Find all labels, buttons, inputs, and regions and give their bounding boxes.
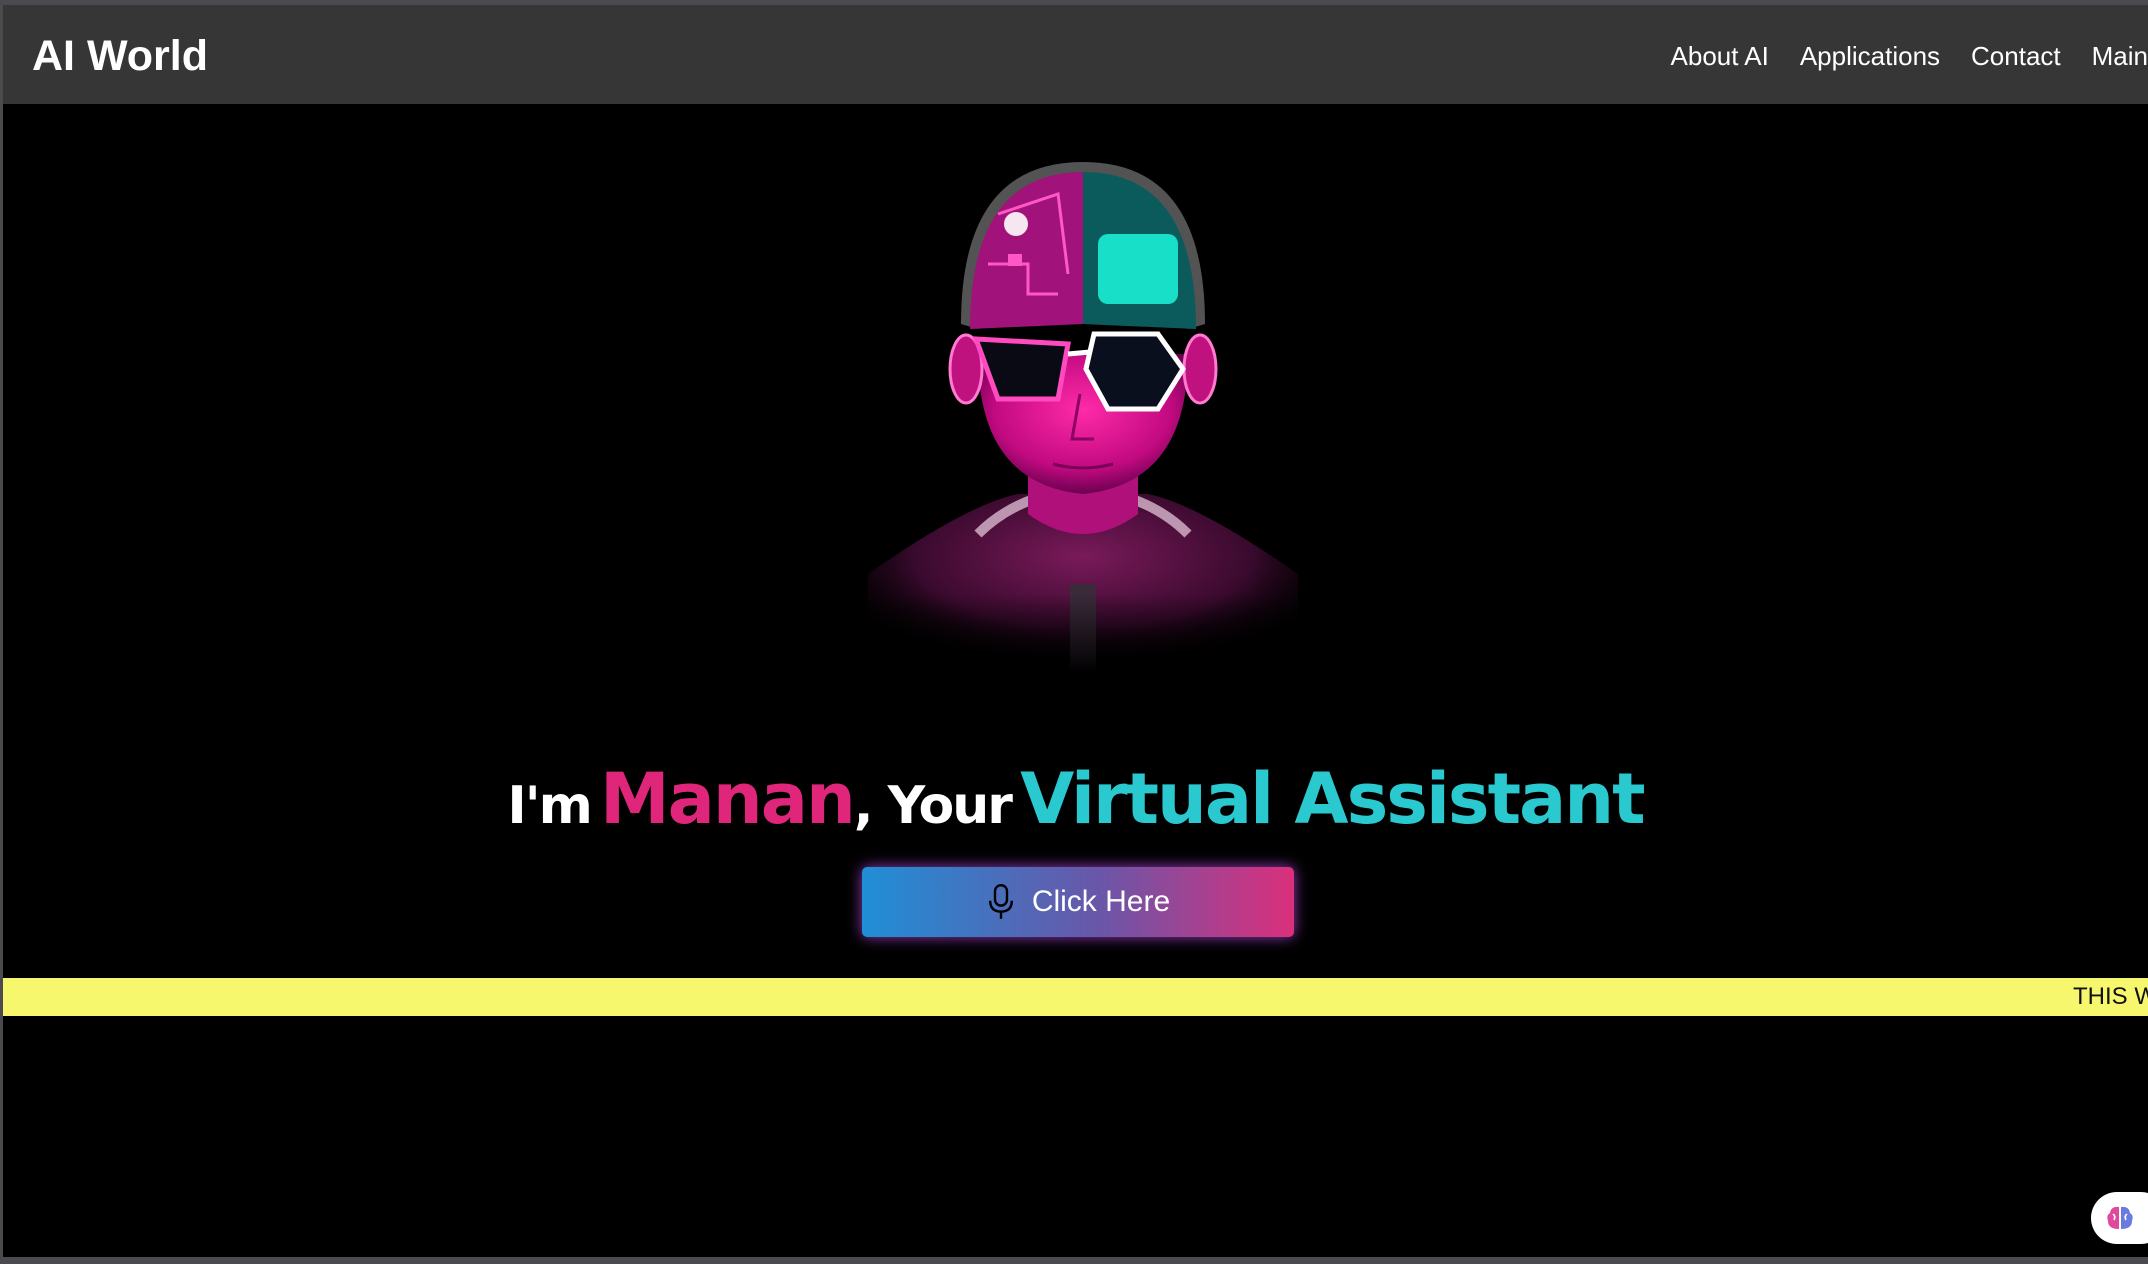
nav-link-about-ai[interactable]: About AI	[1671, 41, 1769, 71]
nav-links: About AI Applications Contact Main	[1671, 41, 2148, 71]
marquee-banner: THIS W	[3, 978, 2148, 1016]
microphone-icon	[988, 884, 1013, 919]
chat-widget-button[interactable]	[2091, 1192, 2148, 1244]
brain-icon	[2107, 1206, 2133, 1229]
headline-prefix: I'm	[507, 776, 592, 837]
voice-assistant-button[interactable]: Click Here	[862, 867, 1294, 937]
android-portrait-icon	[858, 162, 1308, 674]
brand-logo[interactable]: AI World	[32, 31, 208, 81]
hero-headline: I'm Manan, Your Virtual Assistant	[3, 758, 2148, 840]
nav-link-main[interactable]: Main	[2092, 41, 2148, 71]
nav-link-applications[interactable]: Applications	[1800, 41, 1940, 71]
nav-link-contact[interactable]: Contact	[1971, 41, 2061, 71]
marquee-text: THIS W	[2073, 983, 2148, 1010]
headline-name: Manan	[599, 758, 856, 841]
page-viewport: AI World About AI Applications Contact M…	[3, 5, 2148, 1257]
headline-middle: , Your	[853, 776, 1013, 837]
voice-assistant-button-label: Click Here	[1031, 885, 1171, 918]
navbar: AI World About AI Applications Contact M…	[3, 5, 2148, 104]
hero-image	[858, 154, 1308, 674]
headline-role: Virtual Assistant	[1020, 758, 1646, 841]
